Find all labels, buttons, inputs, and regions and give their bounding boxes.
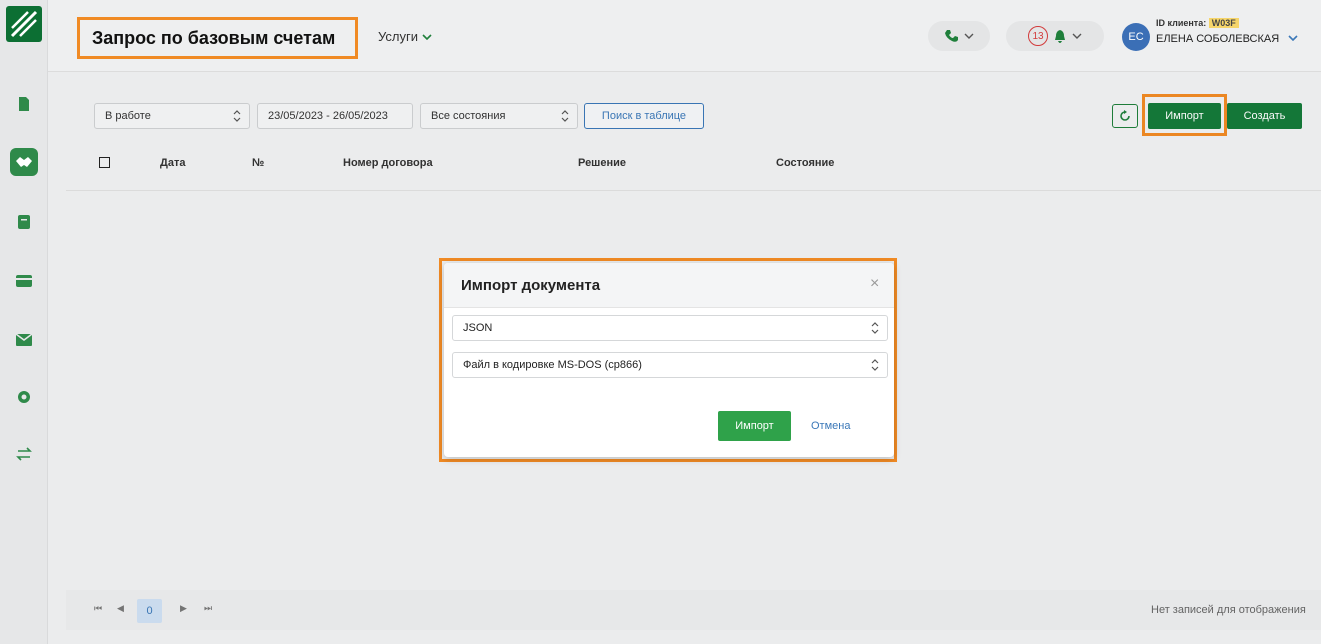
user-menu-toggle[interactable] [1288, 30, 1298, 44]
modal-title: Импорт документа [461, 277, 601, 294]
sidebar-item-deals[interactable] [10, 148, 38, 176]
user-name: ЕЛЕНА СОБОЛЕВСКАЯ [1156, 33, 1280, 45]
page-title: Запрос по базовым счетам [92, 27, 336, 48]
client-id-label: ID клиента: [1156, 18, 1207, 28]
sidebar [0, 0, 48, 644]
services-label: Услуги [378, 29, 418, 44]
notifications-badge: 13 [1028, 26, 1048, 46]
updown-icon [871, 322, 879, 334]
sidebar-item-mail[interactable] [10, 326, 38, 354]
services-menu[interactable]: Услуги [378, 29, 432, 44]
sidebar-item-settings[interactable] [10, 383, 38, 411]
close-icon[interactable]: × [870, 275, 879, 293]
format-value: JSON [463, 322, 493, 334]
app-logo[interactable] [6, 6, 42, 42]
top-header: Запрос по базовым счетам Услуги 13 ЕС ID… [48, 0, 1321, 72]
modal-import-button[interactable]: Импорт [718, 411, 791, 441]
handshake-icon [16, 157, 32, 167]
encoding-select[interactable]: Файл в кодировке MS-DOS (cp866) [452, 352, 888, 378]
chevron-down-icon [1288, 35, 1298, 42]
phone-icon [945, 30, 958, 42]
avatar[interactable]: ЕС [1122, 23, 1150, 51]
updown-icon [871, 359, 879, 371]
encoding-value: Файл в кодировке MS-DOS (cp866) [463, 359, 642, 371]
chevron-down-icon [1072, 33, 1082, 39]
modal-cancel-button[interactable]: Отмена [811, 420, 850, 432]
import-document-modal: Импорт документа × JSON Файл в кодировке… [444, 263, 894, 457]
gear-icon [18, 391, 30, 403]
chevron-down-icon [422, 33, 432, 40]
exchange-icon [16, 447, 32, 461]
mail-icon [16, 334, 32, 346]
bell-icon [1055, 30, 1065, 43]
logo-icon [10, 10, 38, 38]
sidebar-item-cards[interactable] [10, 267, 38, 295]
sidebar-item-accounts[interactable] [10, 208, 38, 236]
client-id-value: W03F [1208, 18, 1239, 28]
card-icon [16, 275, 32, 287]
client-id: ID клиента: W03F [1156, 18, 1239, 28]
sidebar-item-exchange[interactable] [10, 440, 38, 468]
page-title-highlight: Запрос по базовым счетам [77, 17, 358, 59]
sidebar-item-documents[interactable] [10, 90, 38, 118]
format-select[interactable]: JSON [452, 315, 888, 341]
chevron-down-icon [964, 33, 974, 39]
ledger-icon [18, 215, 30, 229]
document-icon [19, 97, 29, 111]
notifications-menu[interactable]: 13 [1006, 21, 1104, 51]
modal-header: Импорт документа × [444, 263, 894, 308]
phone-menu[interactable] [928, 21, 990, 51]
